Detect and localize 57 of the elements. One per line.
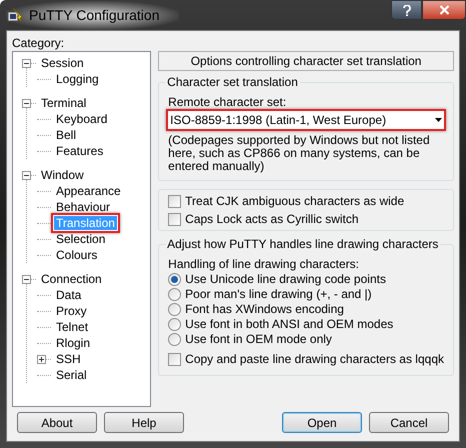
group-title: Adjust how PuTTY handles line drawing characters	[165, 237, 440, 252]
window-title: PuTTY Configuration	[29, 6, 160, 25]
collapse-icon[interactable]	[22, 98, 31, 108]
dialog-button[interactable]: Help	[104, 412, 184, 433]
radio-button[interactable]	[168, 318, 182, 330]
radio-label: Font has XWindows encoding	[185, 301, 344, 318]
tree-item[interactable]: Data	[54, 288, 84, 302]
dialog-button[interactable]: Open	[282, 412, 362, 433]
field-label: Remote character set:	[168, 95, 288, 109]
tree-item[interactable]: Rlogin	[54, 336, 92, 350]
computer-with-lightning-icon	[7, 7, 23, 23]
checkbox-label: Copy and paste line drawing characters as lqqqk	[185, 351, 444, 368]
tree-item[interactable]: Features	[54, 144, 106, 158]
tree-item[interactable]: Window	[39, 168, 86, 182]
radio-label: Use Unicode line drawing code points	[185, 271, 386, 288]
tree-item[interactable]: Telnet	[54, 320, 90, 334]
tree-item[interactable]: SSH	[54, 352, 83, 366]
tree-item[interactable]: Appearance	[54, 184, 123, 198]
tree-item[interactable]: Connection	[39, 272, 104, 286]
tree-item[interactable]: Colours	[54, 248, 100, 262]
panel-header: Options controlling character set translation	[158, 51, 454, 71]
radio-group-label: Handling of line drawing characters:	[168, 257, 360, 272]
tree-item[interactable]: Proxy	[54, 304, 89, 318]
help-button[interactable]	[391, 0, 422, 20]
close-button[interactable]	[422, 0, 466, 20]
radio-label: Use font in both ANSI and OEM modes	[185, 316, 394, 333]
radio-button[interactable]	[168, 302, 182, 316]
radio-button[interactable]	[168, 288, 182, 300]
tree-item[interactable]: Bell	[54, 128, 78, 142]
question-mark-icon	[402, 4, 410, 16]
radio-button[interactable]	[168, 332, 182, 346]
tree-item[interactable]: Serial	[54, 368, 89, 382]
tree-item[interactable]: Terminal	[39, 96, 88, 110]
category-label: Category:	[12, 35, 66, 51]
tree-item[interactable]: Session	[39, 56, 86, 70]
close-icon	[438, 5, 450, 15]
tree-item[interactable]: Keyboard	[54, 112, 110, 126]
collapse-icon[interactable]	[22, 58, 31, 68]
note-text: (Codepages supported by Windows but not listed here, such as CP866 on many systems, can be entered manually)	[168, 134, 431, 173]
expand-icon[interactable]	[37, 354, 46, 364]
radio-label: Use font in OEM mode only	[185, 331, 332, 348]
radio-button[interactable]	[168, 272, 182, 286]
checkbox[interactable]	[168, 352, 182, 366]
dialog-button[interactable]: Cancel	[369, 412, 449, 433]
tree-item[interactable]: Logging	[54, 72, 101, 86]
charset-dropdown[interactable]: ISO-8859-1:1998 (Latin-1, West Europe)	[168, 111, 444, 129]
checkbox-label: Caps Lock acts as Cyrillic switch	[185, 212, 359, 226]
tree-item[interactable]: Behaviour	[54, 200, 112, 214]
radio-label: Poor man's line drawing (+, - and |)	[185, 286, 372, 303]
checkbox-label: Treat CJK ambiguous characters as wide	[185, 194, 404, 208]
checkbox[interactable]	[168, 194, 182, 208]
tree-item[interactable]: Selection	[54, 232, 108, 246]
collapse-icon[interactable]	[22, 170, 31, 180]
dropdown-arrow-icon	[435, 118, 442, 122]
dialog-button[interactable]: About	[17, 412, 97, 433]
collapse-icon[interactable]	[22, 274, 31, 284]
checkbox[interactable]	[168, 212, 182, 226]
